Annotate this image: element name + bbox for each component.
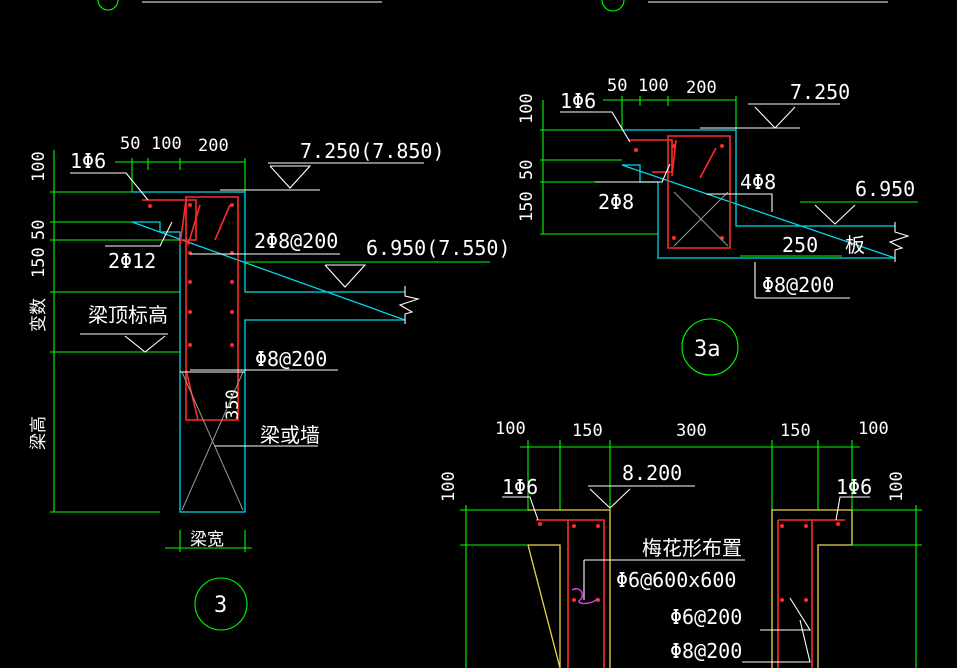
db-left-100: 100 bbox=[439, 471, 459, 502]
d3a-callout-label: 3a bbox=[694, 337, 721, 362]
d3-left-beam-h: 梁高 bbox=[29, 416, 49, 450]
db-bar-right: 1Φ6 bbox=[836, 475, 872, 499]
db-stirrup-2: Φ8@200 bbox=[670, 639, 742, 663]
d3a-left-150: 150 bbox=[517, 191, 537, 222]
db-elev: 8.200 bbox=[622, 461, 682, 485]
detail-3 bbox=[50, 150, 490, 631]
top-remnants bbox=[97, 0, 888, 12]
db-dim-150-left: 150 bbox=[572, 421, 603, 441]
left-column-outline bbox=[527, 509, 611, 668]
d3-dim-350: 350 bbox=[223, 389, 243, 420]
d3-wall-label: 梁或墙 bbox=[260, 423, 320, 447]
d3a-dim-200: 200 bbox=[686, 78, 717, 98]
d3a-slab-dim: 250 bbox=[782, 233, 818, 257]
db-note: 梅花形布置 bbox=[642, 536, 742, 560]
d3-beam-top-label: 梁顶标高 bbox=[88, 303, 168, 327]
db-dim-100-right: 100 bbox=[858, 419, 889, 439]
d3a-bar-main: 4Φ8 bbox=[740, 170, 776, 194]
d3a-dim-50: 50 bbox=[607, 76, 627, 96]
s-hook-tie bbox=[571, 588, 599, 605]
d3a-elev-slab: 6.950 bbox=[855, 177, 915, 201]
d3-left-100: 100 bbox=[29, 151, 49, 182]
db-dim-100-left: 100 bbox=[495, 419, 526, 439]
d3-elev-top: 7.250(7.850) bbox=[300, 139, 445, 163]
d3-dim-200: 200 bbox=[198, 136, 229, 156]
d3-bar-corner: 2Φ12 bbox=[108, 249, 156, 273]
d3-left-150: 150 bbox=[29, 247, 49, 278]
d3-width-label: 梁宽 bbox=[190, 530, 224, 550]
d3a-dim-100: 100 bbox=[638, 76, 669, 96]
d3-stirrup-slab: 2Φ8@200 bbox=[254, 229, 338, 253]
d3a-stirrup: Φ8@200 bbox=[762, 273, 834, 297]
db-bar-left: 1Φ6 bbox=[502, 475, 538, 499]
db-dim-300: 300 bbox=[676, 421, 707, 441]
d3-callout-label: 3 bbox=[214, 593, 227, 618]
d3-bar-top: 1Φ6 bbox=[70, 149, 106, 173]
db-tie: Φ6@600x600 bbox=[616, 568, 736, 592]
d3a-bar-top: 1Φ6 bbox=[560, 89, 596, 113]
d3a-left-50: 50 bbox=[517, 160, 537, 180]
d3-dim-100: 100 bbox=[151, 134, 182, 154]
db-stirrup-1: Φ6@200 bbox=[670, 605, 742, 629]
d3-left-var: 变数 bbox=[29, 298, 49, 332]
d3a-bar-corner: 2Φ8 bbox=[598, 190, 634, 214]
d3-dim-50: 50 bbox=[120, 134, 140, 154]
beam-stirrup bbox=[185, 196, 239, 421]
d3-left-50: 50 bbox=[29, 220, 49, 240]
d3a-slab-label: 板 bbox=[845, 233, 865, 257]
db-dim-150-right: 150 bbox=[780, 421, 811, 441]
db-right-100: 100 bbox=[887, 471, 907, 502]
d3-elev-slab: 6.950(7.550) bbox=[366, 236, 511, 260]
d3a-elev-top: 7.250 bbox=[790, 80, 850, 104]
d3-stirrup-beam: Φ8@200 bbox=[255, 347, 327, 371]
cad-drawing: 50 100 200 7.250(7.850) 1Φ6 2Φ8@200 6.95… bbox=[29, 0, 922, 668]
d3a-left-100: 100 bbox=[517, 93, 537, 124]
